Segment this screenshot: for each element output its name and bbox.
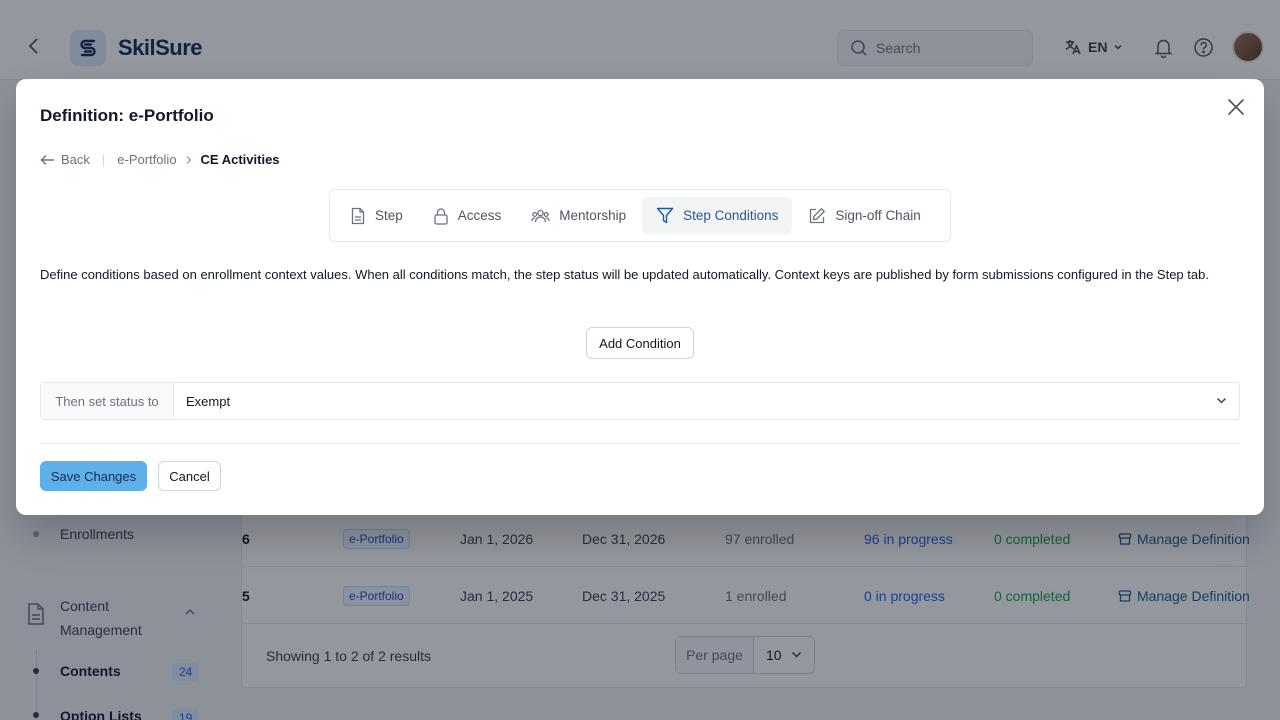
modal-title: Definition: e-Portfolio	[40, 106, 214, 125]
breadcrumb-parent[interactable]: e-Portfolio	[117, 152, 176, 167]
back-link[interactable]: Back	[40, 152, 90, 167]
tab-access[interactable]: Access	[419, 197, 516, 234]
definition-modal: Definition: e-Portfolio Back | e-Portfol…	[16, 79, 1264, 515]
add-condition-button[interactable]: Add Condition	[586, 327, 694, 359]
save-changes-button[interactable]: Save Changes	[40, 461, 147, 491]
chevron-down-icon	[1216, 397, 1227, 404]
status-select-group: Then set status to Exempt	[40, 382, 1240, 420]
users-icon	[531, 209, 551, 222]
lock-icon	[434, 207, 448, 225]
breadcrumb: Back | e-Portfolio CE Activities	[40, 152, 280, 167]
filter-icon	[656, 207, 674, 224]
conditions-description: Define conditions based on enrollment co…	[40, 267, 1209, 282]
close-icon[interactable]	[1226, 97, 1246, 117]
arrow-left-icon	[40, 154, 54, 165]
status-label: Then set status to	[41, 383, 174, 419]
edit-icon	[810, 207, 826, 223]
chevron-right-icon	[186, 155, 192, 164]
tab-mentorship[interactable]: Mentorship	[517, 197, 640, 234]
tab-bar: Step Access Mentorship Step Conditions S…	[329, 189, 951, 242]
tab-step-conditions[interactable]: Step Conditions	[642, 197, 793, 234]
tab-step[interactable]: Step	[336, 197, 417, 234]
tab-sign-off-chain[interactable]: Sign-off Chain	[794, 197, 934, 234]
breadcrumb-separator: |	[101, 152, 106, 167]
cancel-button[interactable]: Cancel	[158, 461, 221, 491]
status-select[interactable]: Exempt	[174, 383, 1239, 419]
divider	[40, 443, 1240, 444]
breadcrumb-current: CE Activities	[200, 152, 280, 167]
document-icon	[351, 207, 365, 224]
status-value: Exempt	[186, 393, 231, 409]
back-label: Back	[61, 152, 90, 167]
